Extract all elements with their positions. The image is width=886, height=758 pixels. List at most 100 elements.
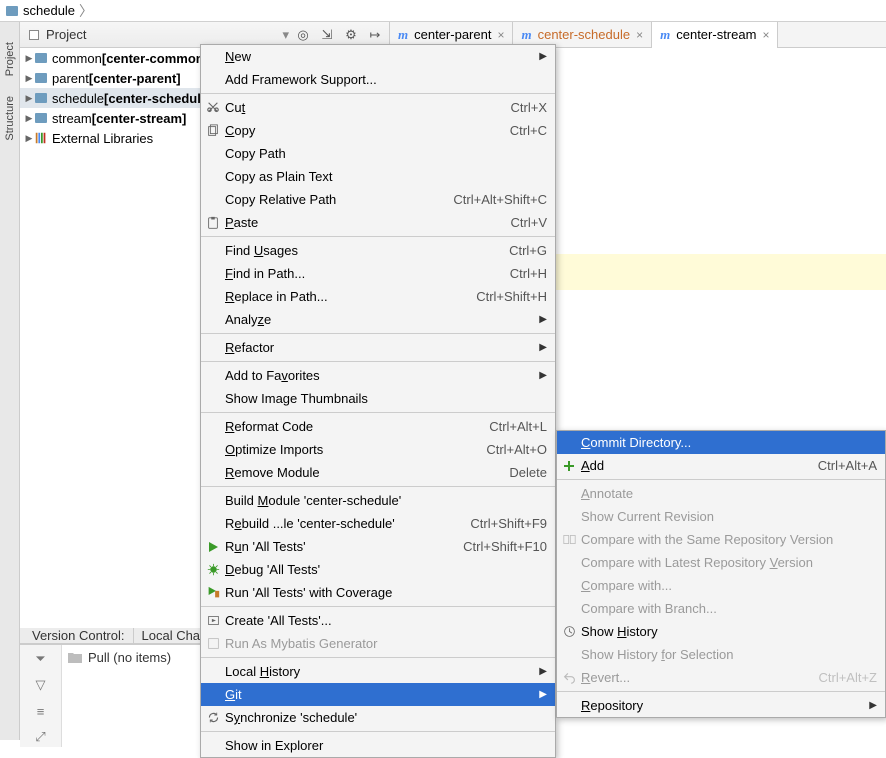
menu-item[interactable]: Copy as Plain Text: [201, 165, 555, 188]
tab-center-stream[interactable]: mcenter-stream×: [652, 22, 778, 48]
filter-icon[interactable]: ⏷: [31, 649, 51, 669]
menu-item[interactable]: Run 'All Tests' with Coverage: [201, 581, 555, 604]
menu-item: Compare with...: [557, 574, 885, 597]
shortcut: Ctrl+Shift+F10: [463, 539, 547, 554]
menu-label: Refactor: [225, 340, 274, 355]
menu-item[interactable]: CopyCtrl+C: [201, 119, 555, 142]
tree-item-common[interactable]: ▶common [center-common]: [20, 48, 220, 68]
chevron-right-icon[interactable]: ▶: [24, 133, 34, 144]
coverage-icon: [205, 585, 221, 601]
menu-label: Debug 'All Tests': [225, 562, 320, 577]
menu-item[interactable]: Show in Explorer: [201, 734, 555, 757]
menu-label: Git: [225, 687, 242, 702]
context-menu[interactable]: New▶Add Framework Support...CutCtrl+XCop…: [200, 44, 556, 758]
menu-item[interactable]: AddCtrl+Alt+A: [557, 454, 885, 477]
menu-item[interactable]: Repository▶: [557, 694, 885, 717]
menu-item[interactable]: Remove ModuleDelete: [201, 461, 555, 484]
collapse-icon[interactable]: ⇲: [319, 27, 335, 43]
rev-icon: [561, 670, 577, 686]
target-icon[interactable]: ◎: [295, 27, 311, 43]
tree-item-parent[interactable]: ▶parent [center-parent]: [20, 68, 220, 88]
menu-item[interactable]: PasteCtrl+V: [201, 211, 555, 234]
tab-label: center-schedule: [538, 27, 631, 42]
submenu-arrow-icon: ▶: [539, 51, 547, 62]
debug-icon: [205, 562, 221, 578]
menu-item[interactable]: Synchronize 'schedule': [201, 706, 555, 729]
close-icon[interactable]: ×: [497, 28, 504, 42]
menu-label: Analyze: [225, 312, 271, 327]
group-icon[interactable]: ≡: [31, 701, 51, 721]
project-toolbar-title[interactable]: Project: [46, 27, 276, 42]
menu-item[interactable]: Rebuild ...le 'center-schedule'Ctrl+Shif…: [201, 512, 555, 535]
dropdown-icon[interactable]: ▾: [282, 27, 289, 43]
menu-item[interactable]: Find UsagesCtrl+G: [201, 239, 555, 262]
project-tree[interactable]: ▶common [center-common]▶parent [center-p…: [20, 48, 220, 628]
menu-item[interactable]: Add Framework Support...: [201, 68, 555, 91]
menu-label: Rebuild ...le 'center-schedule': [225, 516, 395, 531]
menu-item[interactable]: Refactor▶: [201, 336, 555, 359]
menu-item[interactable]: Show History: [557, 620, 885, 643]
menu-item[interactable]: Analyze▶: [201, 308, 555, 331]
menu-item[interactable]: Copy Relative PathCtrl+Alt+Shift+C: [201, 188, 555, 211]
menu-label: New: [225, 49, 251, 64]
menu-item[interactable]: Find in Path...Ctrl+H: [201, 262, 555, 285]
menu-item[interactable]: Add to Favorites▶: [201, 364, 555, 387]
git-submenu[interactable]: Commit Directory...AddCtrl+Alt+A Annotate…: [556, 430, 886, 718]
menu-item: Revert...Ctrl+Alt+Z: [557, 666, 885, 689]
menu-item: Annotate: [557, 482, 885, 505]
external-libraries[interactable]: ▶ External Libraries: [20, 128, 220, 148]
menu-item[interactable]: Replace in Path...Ctrl+Shift+H: [201, 285, 555, 308]
menu-item[interactable]: Show Image Thumbnails: [201, 387, 555, 410]
menu-item[interactable]: Reformat CodeCtrl+Alt+L: [201, 415, 555, 438]
chevron-right-icon[interactable]: ▶: [24, 73, 34, 84]
tab-version-control[interactable]: Version Control:: [24, 628, 134, 643]
hide-icon[interactable]: ↦: [367, 27, 383, 43]
menu-label: Copy: [225, 123, 255, 138]
menu-item: Show History for Selection: [557, 643, 885, 666]
menu-item[interactable]: Run 'All Tests'Ctrl+Shift+F10: [201, 535, 555, 558]
menu-label: Local History: [225, 664, 300, 679]
menu-label: Show History: [581, 624, 658, 639]
menu-item: Show Current Revision: [557, 505, 885, 528]
menu-item[interactable]: Git▶: [201, 683, 555, 706]
menu-item[interactable]: Debug 'All Tests': [201, 558, 555, 581]
gear-icon[interactable]: ⚙: [343, 27, 359, 43]
hist-icon: [561, 624, 577, 640]
menu-item[interactable]: Optimize ImportsCtrl+Alt+O: [201, 438, 555, 461]
close-icon[interactable]: ×: [762, 28, 769, 42]
tree-item-schedule[interactable]: ▶schedule [center-schedule]: [20, 88, 220, 108]
menu-label: Compare with the Same Repository Version: [581, 532, 833, 547]
shortcut: Ctrl+Alt+L: [489, 419, 547, 434]
menu-item[interactable]: Local History▶: [201, 660, 555, 683]
funnel-icon[interactable]: ▽: [31, 675, 51, 695]
chevron-right-icon[interactable]: ▶: [24, 93, 34, 104]
module-icon: [34, 91, 48, 105]
menu-label: Optimize Imports: [225, 442, 323, 457]
structure-vertical-tab[interactable]: Structure: [4, 96, 16, 141]
tree-bracket: [center-common]: [102, 51, 208, 66]
menu-label: Show Current Revision: [581, 509, 714, 524]
breadcrumb-label[interactable]: schedule: [23, 3, 75, 18]
shortcut: Delete: [509, 465, 547, 480]
expand-icon[interactable]: ⤢: [31, 727, 51, 747]
tree-item-stream[interactable]: ▶stream [center-stream]: [20, 108, 220, 128]
menu-item[interactable]: New ▶: [201, 45, 555, 68]
menu-item[interactable]: Build Module 'center-schedule': [201, 489, 555, 512]
menu-label: Cut: [225, 100, 245, 115]
maven-icon: m: [660, 27, 670, 43]
menu-item[interactable]: Commit Directory...: [557, 431, 885, 454]
shortcut: Ctrl+V: [511, 215, 547, 230]
chevron-right-icon[interactable]: ▶: [24, 113, 34, 124]
menu-item[interactable]: Copy Path: [201, 142, 555, 165]
menu-item[interactable]: Create 'All Tests'...: [201, 609, 555, 632]
shortcut: Ctrl+Alt+A: [818, 458, 877, 473]
library-icon: [34, 131, 48, 145]
close-icon[interactable]: ×: [636, 28, 643, 42]
menu-label: Add to Favorites: [225, 368, 320, 383]
project-vertical-tab[interactable]: Project: [4, 42, 16, 76]
menu-label: Copy Path: [225, 146, 286, 161]
menu-item[interactable]: CutCtrl+X: [201, 96, 555, 119]
project-view-icon: [26, 27, 42, 43]
shortcut: Ctrl+H: [510, 266, 547, 281]
chevron-right-icon[interactable]: ▶: [24, 53, 34, 64]
